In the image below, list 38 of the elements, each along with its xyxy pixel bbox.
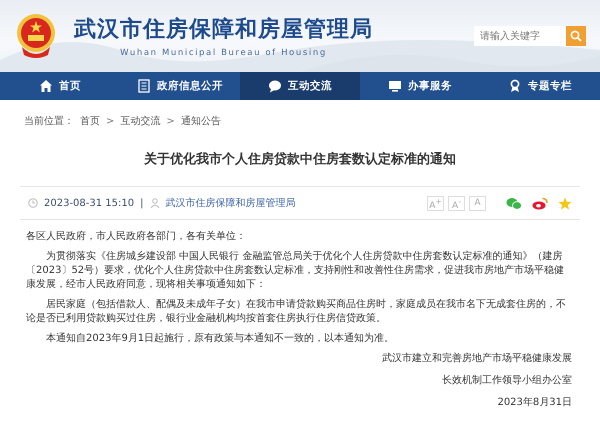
monitor-icon <box>388 79 402 93</box>
site-title: 武汉市住房保障和房屋管理局 <box>74 15 373 44</box>
source-link[interactable]: 武汉市住房保障和房屋管理局 <box>166 196 296 210</box>
signature-line: 武汉市建立和完善房地产市场平稳健康发展 <box>382 352 573 366</box>
emblem-icon <box>16 13 56 59</box>
wechat-icon[interactable] <box>506 196 522 210</box>
clock-icon <box>28 198 38 208</box>
body-paragraph: 本通知自2023年9月1日起施行，原有政策与本通知不一致的，以本通知为准。 <box>45 332 396 346</box>
meta-divider: | <box>140 198 144 208</box>
breadcrumb-link[interactable]: 通知公告 <box>180 114 221 128</box>
search-field[interactable]: 请输入关键字 <box>474 26 566 46</box>
star-icon[interactable] <box>558 196 572 210</box>
body-paragraph: 居民家庭（包括借款人、配偶及未成年子女）在我市申请贷款购买商品住房时，家庭成员在我市名下无成套住房的，不论是否已利用贷款购买过住房，银行业金融机构均按首套住房执行住房信贷政策。 <box>26 298 567 326</box>
breadcrumb-separator: > <box>106 116 114 126</box>
nav-tab[interactable]: 互动交流 <box>240 72 360 100</box>
nav-tab[interactable]: 政府信息公开 <box>120 72 240 100</box>
body-paragraph: 为贯彻落实《住房城乡建设部 中国人民银行 金融监管总局关于优化个人住房贷款中住房套数认定标准的通知》（建房〔2023〕52号）要求，优化个人住房贷款中住房套数认定标准，支持刚性和改善性住房需求，促进我市房地产市场平稳健康发展，经市人民政府同意，现将相关事项通知如下： <box>26 250 566 292</box>
person-icon <box>150 198 160 208</box>
signature-line: 2023年8月31日 <box>497 396 573 410</box>
home-icon <box>39 79 53 93</box>
nav-tab[interactable]: 专题专栏 <box>480 72 600 100</box>
nav-tab[interactable]: 办事服务 <box>360 72 480 100</box>
site-subtitle: Wuhan Municipal Bureau of Housing <box>120 48 327 58</box>
publish-date: 2023-08-31 15:10 <box>44 198 134 208</box>
weibo-icon[interactable] <box>532 196 548 210</box>
chat-bubble-icon <box>268 79 282 93</box>
document-icon <box>137 79 151 93</box>
article-title: 关于优化我市个人住房贷款中住房套数认定标准的通知 <box>142 150 457 168</box>
breadcrumb-label: 当前位置： <box>24 114 74 128</box>
breadcrumb-link[interactable]: 首页 <box>80 114 100 128</box>
search-button[interactable] <box>566 26 586 46</box>
breadcrumb-link[interactable]: 互动交流 <box>120 114 160 128</box>
search-icon <box>570 30 582 42</box>
salutation: 各区人民政府，市人民政府各部门，各有关单位： <box>26 230 247 244</box>
signature-line: 长效机制工作领导小组办公室 <box>442 374 573 388</box>
medal-icon <box>508 79 522 93</box>
breadcrumb-separator: > <box>166 116 175 126</box>
nav-tab[interactable]: 首页 <box>0 72 120 100</box>
